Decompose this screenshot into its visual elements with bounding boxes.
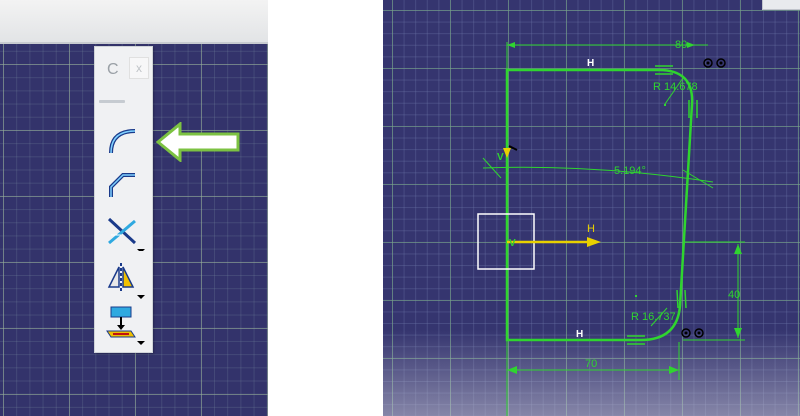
mirror-icon bbox=[107, 263, 145, 299]
dimension-top-length[interactable]: 80 bbox=[675, 39, 687, 51]
constraint-horizontal-top: H bbox=[587, 58, 594, 69]
dimension-radius-bottom[interactable]: R 16.737 bbox=[631, 311, 676, 323]
pointer-arrow-callout bbox=[156, 122, 240, 162]
axis-label-v: V bbox=[509, 238, 516, 249]
chamfer-icon bbox=[109, 173, 135, 197]
sketch-geometry[interactable]: 80 H H R 14.678 R 16.737 5.194° V H V 40… bbox=[383, 0, 800, 416]
dimension-angle[interactable]: 5.194° bbox=[614, 165, 646, 177]
sketch-profile[interactable] bbox=[505, 68, 694, 342]
window-titlebar bbox=[0, 0, 268, 44]
trim-icon bbox=[107, 217, 145, 251]
toolbar-close-button[interactable]: x bbox=[129, 57, 149, 79]
coincidence-symbols-bottom bbox=[681, 328, 704, 338]
mirror-tool-button[interactable] bbox=[103, 259, 145, 299]
svg-text:V: V bbox=[497, 152, 504, 163]
toolbar-grip-handle[interactable] bbox=[99, 100, 125, 103]
dimension-right-height[interactable]: 40 bbox=[728, 289, 740, 301]
corner-icon bbox=[109, 129, 136, 154]
dimension-bottom-length[interactable]: 70 bbox=[585, 358, 597, 370]
project-3d-elements-tool-button[interactable] bbox=[103, 305, 145, 345]
left-screenshot-panel: C x bbox=[0, 0, 268, 416]
operation-toolbar[interactable]: C x bbox=[94, 46, 153, 353]
axis-label-h: H bbox=[587, 223, 595, 235]
coincidence-symbols-top bbox=[703, 58, 726, 68]
right-screenshot-panel: 80 H H R 14.678 R 16.737 5.194° V H V 40… bbox=[383, 0, 800, 416]
constraint-horizontal-bottom: H bbox=[576, 329, 583, 340]
corner-tool-button[interactable] bbox=[103, 123, 143, 159]
project-3d-elements-icon bbox=[106, 306, 145, 345]
trim-tool-button[interactable] bbox=[103, 215, 145, 251]
chamfer-tool-button[interactable] bbox=[103, 167, 143, 203]
dimension-radius-top[interactable]: R 14.678 bbox=[653, 81, 698, 93]
toolbar-title: C bbox=[107, 61, 119, 78]
